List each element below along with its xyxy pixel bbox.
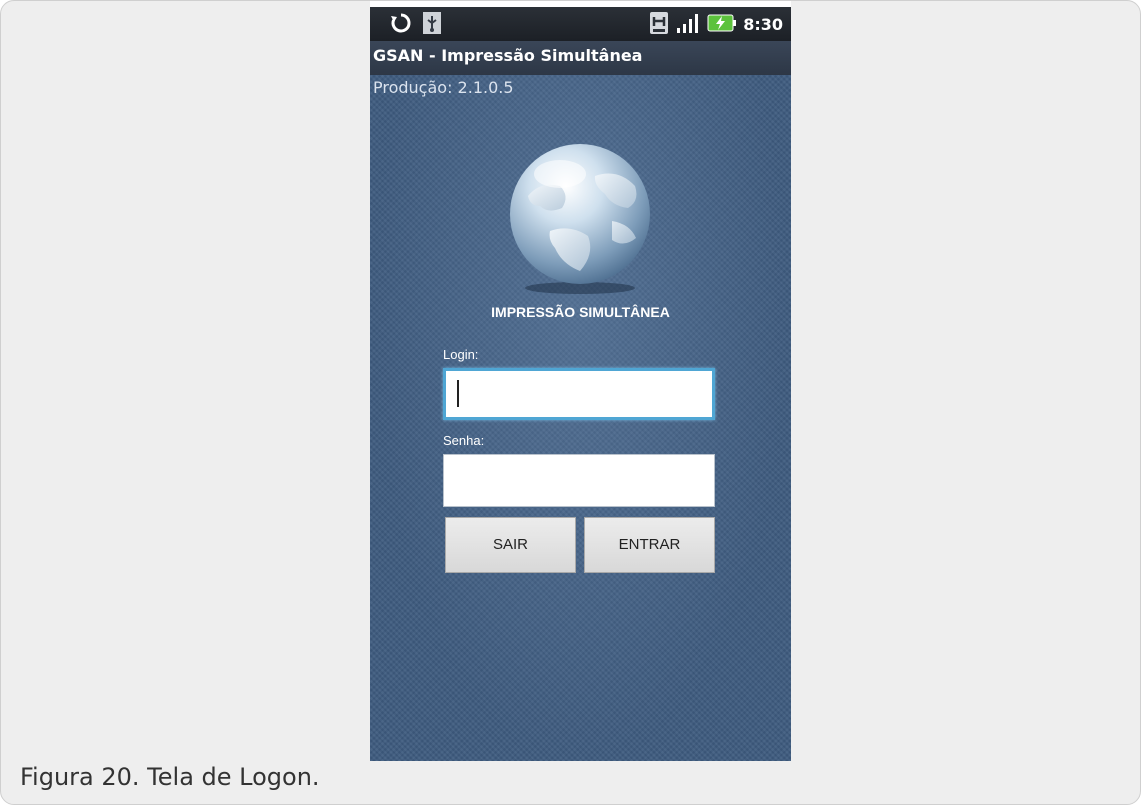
signal-icon [675, 12, 701, 38]
text-cursor [457, 380, 459, 407]
login-input[interactable] [443, 368, 715, 420]
login-label: Login: [443, 347, 479, 362]
status-bar-left [390, 11, 442, 39]
status-bar-right: 8:30 [649, 11, 783, 39]
status-bar: 8:30 [370, 1, 791, 41]
globe-icon [500, 136, 660, 296]
sair-button[interactable]: SAIR [445, 517, 576, 573]
sync-icon [390, 12, 412, 38]
senha-input[interactable] [443, 454, 715, 507]
status-time: 8:30 [743, 15, 783, 34]
battery-charging-icon [707, 12, 737, 38]
brand-label: IMPRESSÃO SIMULTÂNEA [491, 304, 670, 320]
notification-icon [649, 11, 669, 39]
phone-screen: 8:30 GSAN - Impressão Simultânea Produçã… [370, 1, 791, 761]
figure-frame: 8:30 GSAN - Impressão Simultânea Produçã… [0, 0, 1141, 805]
version-text: Produção: 2.1.0.5 [373, 78, 514, 97]
app-title: GSAN - Impressão Simultânea [373, 46, 643, 65]
senha-label: Senha: [443, 433, 485, 448]
entrar-button[interactable]: ENTRAR [584, 517, 715, 573]
usb-icon [422, 11, 442, 39]
figure-caption: Figura 20. Tela de Logon. [20, 763, 320, 791]
app-title-bar: GSAN - Impressão Simultânea [370, 41, 791, 75]
